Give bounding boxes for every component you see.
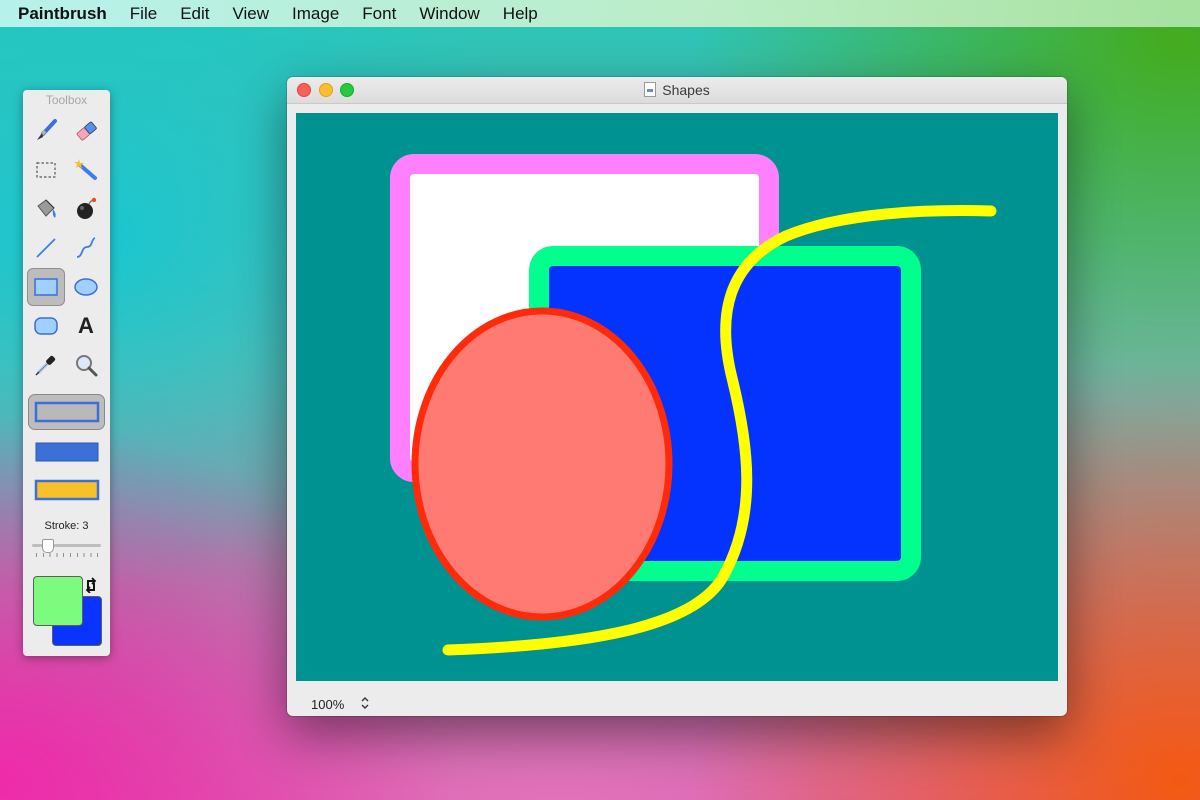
rectangle-tool[interactable] bbox=[27, 268, 65, 306]
rectangle-icon bbox=[34, 278, 58, 296]
window-title: Shapes bbox=[287, 82, 1067, 98]
text-icon: A bbox=[78, 313, 94, 338]
menu-file[interactable]: File bbox=[130, 4, 157, 24]
fill-style-fill-button[interactable] bbox=[28, 434, 105, 470]
magic-wand-icon bbox=[74, 159, 97, 180]
magic-wand-tool[interactable] bbox=[67, 151, 105, 189]
window-titlebar[interactable]: Shapes bbox=[287, 77, 1067, 104]
curve-tool[interactable] bbox=[67, 229, 105, 267]
zoom-icon bbox=[76, 355, 98, 377]
selection-tool[interactable] bbox=[27, 151, 65, 189]
stroke-label: Stroke: 3 bbox=[44, 520, 89, 532]
paint-bucket-tool[interactable] bbox=[27, 190, 65, 228]
drawing-canvas[interactable] bbox=[296, 113, 1058, 681]
paint-bucket-icon bbox=[37, 199, 56, 218]
eyedropper-icon bbox=[35, 355, 56, 376]
zoom-stepper-icon[interactable] bbox=[360, 694, 370, 712]
menu-app-name[interactable]: Paintbrush bbox=[18, 4, 107, 24]
rounded-rectangle-tool[interactable] bbox=[27, 307, 65, 345]
line-icon bbox=[36, 238, 56, 258]
menu-view[interactable]: View bbox=[233, 4, 270, 24]
bomb-icon bbox=[77, 197, 97, 219]
selection-icon bbox=[36, 162, 56, 178]
zoom-tool[interactable] bbox=[67, 346, 105, 384]
document-window: Shapes 100% bbox=[287, 77, 1067, 716]
paintbrush-icon bbox=[37, 119, 57, 140]
menu-edit[interactable]: Edit bbox=[180, 4, 209, 24]
status-bar: 100% bbox=[287, 691, 1067, 716]
document-icon bbox=[644, 82, 657, 97]
eraser-icon bbox=[76, 121, 97, 141]
stroke-slider-thumb[interactable] bbox=[41, 539, 54, 553]
curve-icon bbox=[76, 237, 96, 258]
foreground-color-well[interactable] bbox=[33, 576, 83, 626]
eraser-tool[interactable] bbox=[67, 112, 105, 150]
eyedropper-tool[interactable] bbox=[27, 346, 65, 384]
fill-style-outline-button[interactable] bbox=[28, 394, 105, 430]
text-tool[interactable]: A bbox=[67, 307, 105, 345]
paintbrush-tool[interactable] bbox=[27, 112, 65, 150]
fill-style-both-button[interactable] bbox=[28, 472, 105, 508]
menu-image[interactable]: Image bbox=[292, 4, 339, 24]
toolbox-title: Toolbox bbox=[45, 93, 88, 107]
ellipse-icon bbox=[74, 278, 98, 296]
toolbox-panel: Toolbox A Stroke: 3 bbox=[23, 90, 110, 656]
swap-colors-icon[interactable] bbox=[84, 577, 98, 593]
menu-help[interactable]: Help bbox=[503, 4, 538, 24]
menu-font[interactable]: Font bbox=[362, 4, 396, 24]
outline-style-icon bbox=[34, 401, 99, 423]
rounded-rectangle-icon bbox=[34, 317, 58, 335]
stroke-slider-ticks bbox=[36, 553, 98, 557]
bomb-tool[interactable] bbox=[67, 190, 105, 228]
fill-and-outline-style-icon bbox=[34, 479, 99, 501]
zoom-level[interactable]: 100% bbox=[311, 697, 344, 712]
window-title-text: Shapes bbox=[662, 82, 710, 98]
stroke-slider[interactable] bbox=[32, 539, 101, 553]
menu-window[interactable]: Window bbox=[419, 4, 479, 24]
red-outlined-salmon-ellipse bbox=[411, 307, 673, 621]
line-tool[interactable] bbox=[27, 229, 65, 267]
menu-bar: Paintbrush File Edit View Image Font Win… bbox=[0, 0, 1200, 27]
fill-style-icon bbox=[35, 442, 98, 462]
ellipse-tool[interactable] bbox=[67, 268, 105, 306]
